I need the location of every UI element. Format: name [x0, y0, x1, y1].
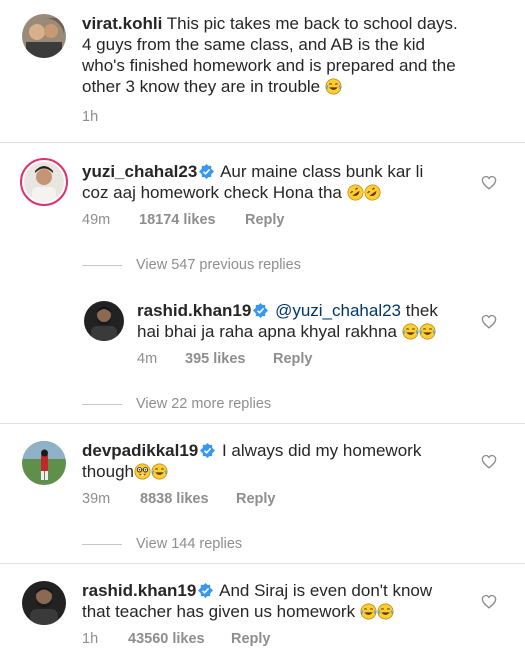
comment-text: yuzi_chahal23 Aur maine class bunk kar l…	[82, 161, 472, 203]
likes-count[interactable]: 43560 likes	[128, 630, 205, 648]
mention-link[interactable]: @yuzi_chahal23	[275, 301, 401, 320]
reply-text: rashid.khan19 @yuzi_chahal23 thek hai bh…	[137, 300, 467, 342]
nerd-face-emoji	[134, 463, 151, 480]
comment-meta: 39m 8838 likes Reply	[82, 490, 382, 508]
caption-line-1: This pic takes me back to school days.	[166, 14, 458, 33]
divider	[0, 563, 525, 564]
heart-outline-icon[interactable]	[481, 454, 497, 469]
likes-count[interactable]: 395 likes	[185, 350, 245, 368]
rolling-on-floor-laughing-emoji	[347, 184, 364, 201]
comment-line-2: coz aaj homework check Hona tha	[82, 183, 342, 202]
reply-line-1: thek	[405, 301, 438, 320]
comment-time: 49m	[82, 212, 111, 228]
comment-time: 1h	[82, 631, 99, 647]
view-replies-label[interactable]: View 22 more replies	[136, 395, 271, 413]
avatar-rashid-khan[interactable]	[22, 581, 66, 625]
divider-line	[82, 265, 122, 266]
comment-line-1: I always did my homework	[221, 441, 422, 460]
caption-meta: 1h	[82, 108, 182, 126]
likes-count[interactable]: 8838 likes	[140, 490, 209, 508]
reply-username[interactable]: rashid.khan19	[137, 301, 251, 320]
heart-outline-icon[interactable]	[481, 175, 497, 190]
comment-meta: 49m 18174 likes Reply	[82, 211, 382, 229]
verified-badge-icon	[199, 164, 215, 179]
caption-line-2: 4 guys from the same class, and AB is th…	[82, 35, 425, 54]
comment-username[interactable]: devpadikkal19	[82, 441, 198, 460]
comment-username[interactable]: yuzi_chahal23	[82, 162, 197, 181]
view-previous-replies[interactable]: View 547 previous replies	[82, 256, 382, 274]
reply-button[interactable]: Reply	[231, 630, 271, 648]
face-with-tears-of-joy-emoji	[151, 463, 168, 480]
rolling-on-floor-laughing-emoji	[364, 184, 381, 201]
comment-line-1: Aur maine class bunk kar li	[220, 162, 424, 181]
comment-username[interactable]: rashid.khan19	[82, 581, 196, 600]
face-with-tears-of-joy-emoji	[419, 323, 436, 340]
avatar-yuzi-chahal[interactable]	[24, 162, 64, 202]
caption-line-4: other 3 know they are in trouble	[82, 77, 321, 96]
comment-line-2: that teacher has given us homework	[82, 602, 356, 621]
divider	[0, 423, 525, 424]
reply-time: 4m	[137, 351, 158, 367]
heart-outline-icon[interactable]	[481, 314, 497, 329]
comment-time: 39m	[82, 491, 111, 507]
comment-line-2: though	[82, 462, 134, 481]
reply-line-2: hai bhai ja raha apna khyal rakhna	[137, 322, 397, 341]
caption-text: virat.kohli This pic takes me back to sc…	[82, 13, 512, 97]
view-replies[interactable]: View 144 replies	[82, 535, 382, 553]
avatar-rashid-khan[interactable]	[84, 301, 124, 341]
divider-line	[82, 404, 122, 405]
comment-meta: 1h 43560 likes Reply	[82, 630, 382, 648]
verified-badge-icon	[200, 443, 216, 458]
face-with-tears-of-joy-emoji	[377, 603, 394, 620]
reply-button[interactable]: Reply	[236, 490, 276, 508]
likes-count[interactable]: 18174 likes	[139, 211, 216, 229]
reply-meta: 4m 395 likes Reply	[137, 350, 437, 368]
avatar-devpadikkal[interactable]	[22, 441, 66, 485]
face-with-tears-of-joy-emoji	[325, 78, 342, 95]
heart-outline-icon[interactable]	[481, 594, 497, 609]
face-with-tears-of-joy-emoji	[402, 323, 419, 340]
face-with-tears-of-joy-emoji	[360, 603, 377, 620]
view-more-replies[interactable]: View 22 more replies	[82, 395, 382, 413]
divider	[0, 142, 525, 143]
verified-badge-icon	[198, 583, 214, 598]
reply-button[interactable]: Reply	[245, 211, 285, 229]
comment-text: rashid.khan19 And Siraj is even don't kn…	[82, 580, 472, 622]
caption-time: 1h	[82, 109, 99, 125]
view-replies-label[interactable]: View 144 replies	[136, 535, 242, 553]
divider-line	[82, 544, 122, 545]
caption-line-3: who's finished homework and is prepared …	[82, 56, 456, 75]
avatar-virat-kohli[interactable]	[22, 14, 66, 58]
verified-badge-icon	[253, 303, 269, 318]
reply-button[interactable]: Reply	[273, 350, 313, 368]
comment-line-1: And Siraj is even don't know	[219, 581, 433, 600]
view-replies-label[interactable]: View 547 previous replies	[136, 256, 301, 274]
comment-text: devpadikkal19 I always did my homework t…	[82, 440, 472, 482]
caption-username[interactable]: virat.kohli	[82, 14, 162, 33]
